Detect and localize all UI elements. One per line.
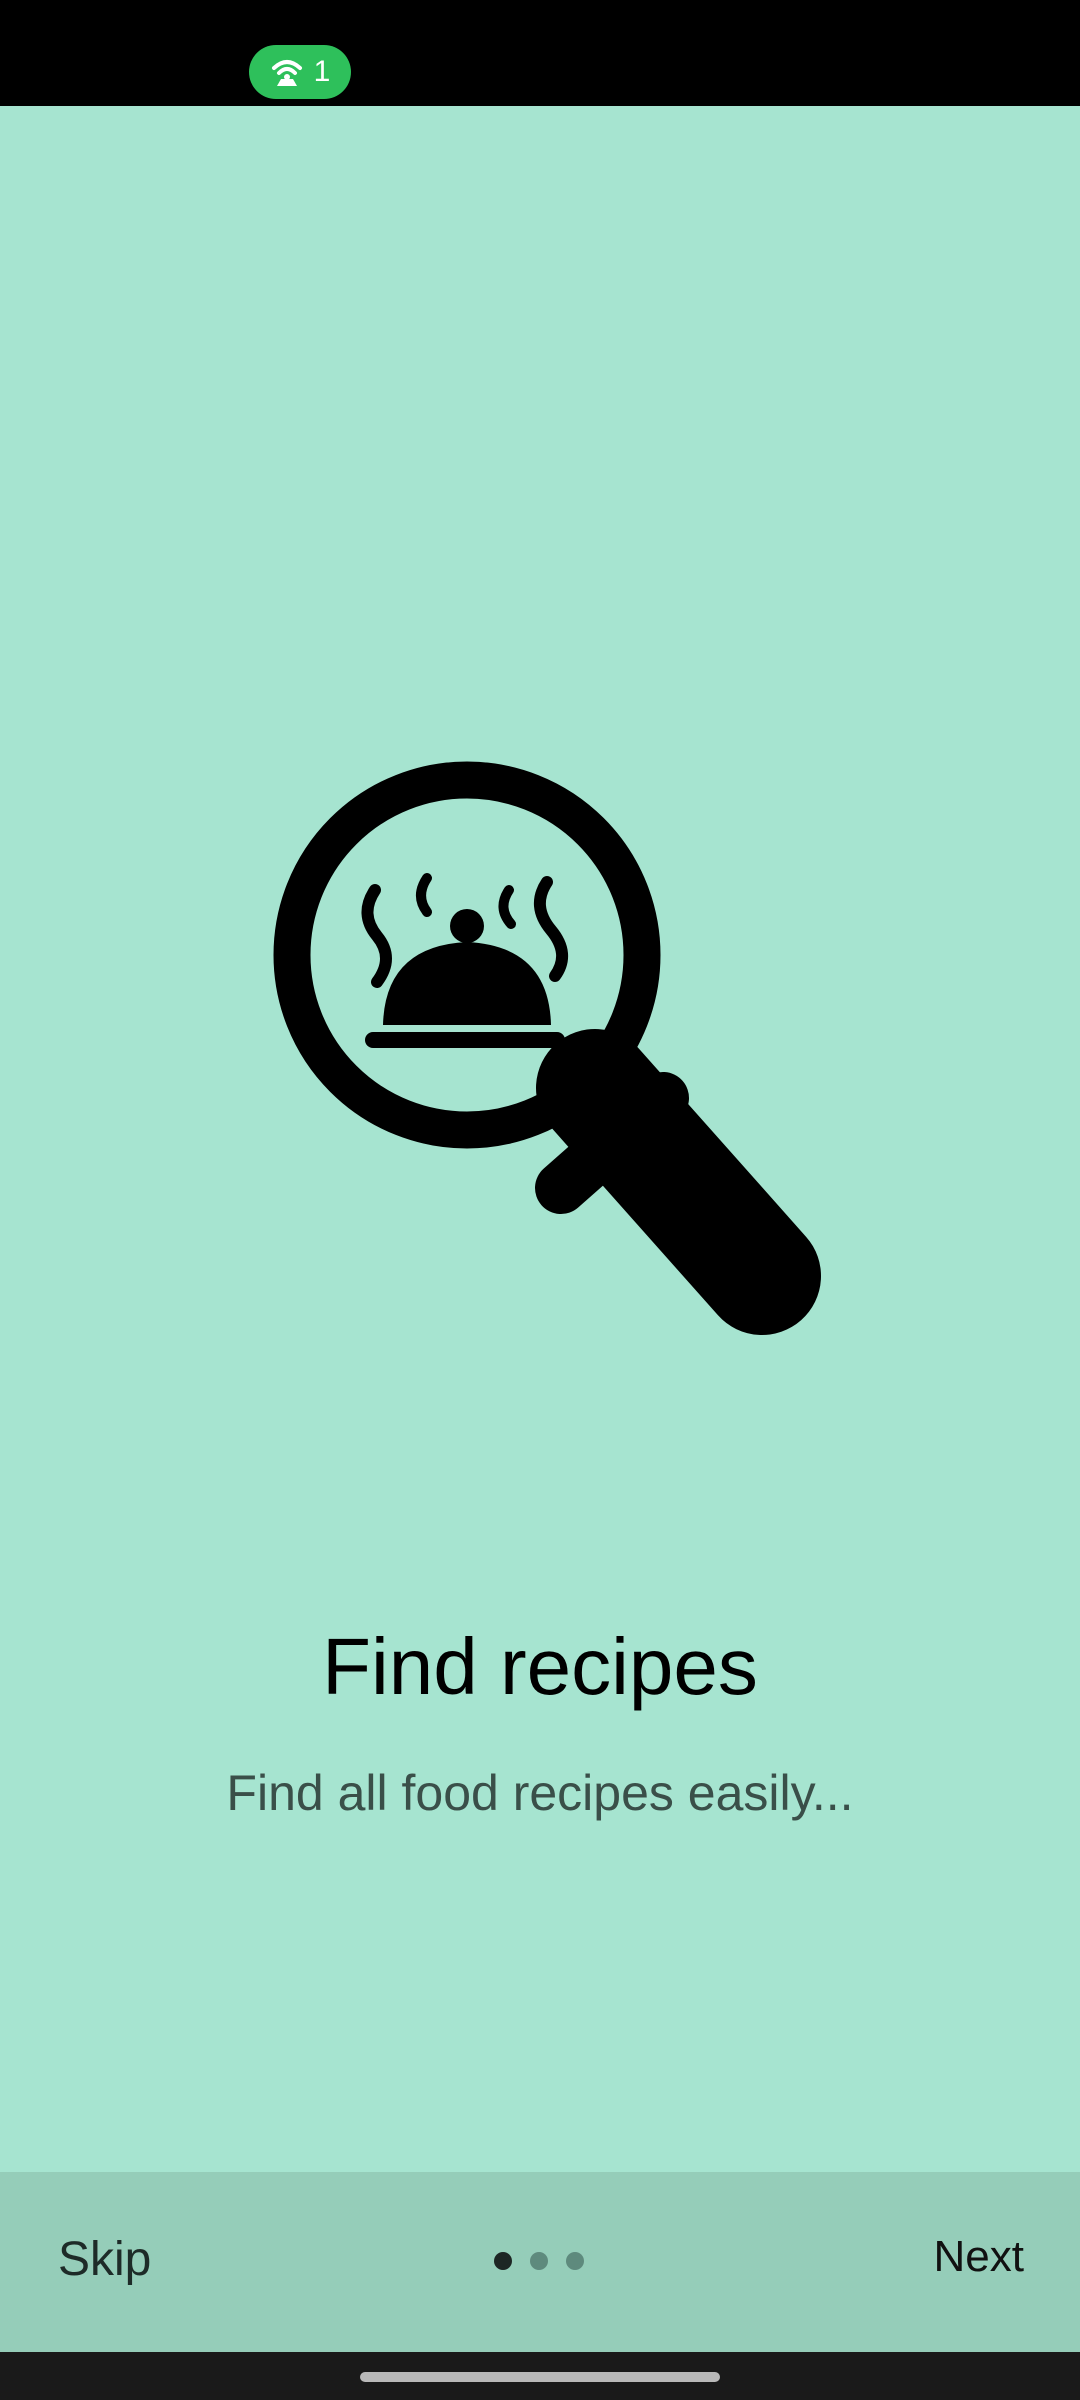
onboarding-footer: Skip Next: [0, 2172, 1080, 2352]
page-dot-1[interactable]: [494, 2252, 512, 2270]
page-dot-3[interactable]: [566, 2252, 584, 2270]
search-recipe-icon: [273, 761, 821, 1335]
onboarding-screen: 1 Find recipes Find all food recipes eas…: [0, 0, 1080, 2400]
system-navigation-bar: [0, 2352, 1080, 2400]
hotspot-icon: [271, 60, 302, 86]
hotspot-indicator[interactable]: 1: [249, 45, 351, 99]
page-dot-2[interactable]: [530, 2252, 548, 2270]
onboarding-page[interactable]: Find recipes Find all food recipes easil…: [0, 106, 1080, 2172]
page-indicator: [494, 2252, 584, 2270]
hotspot-count: 1: [313, 55, 331, 88]
page-title: Find recipes: [322, 1622, 758, 1711]
home-gesture-handle[interactable]: [360, 2372, 720, 2382]
status-bar: 1: [0, 0, 1080, 106]
skip-button[interactable]: Skip: [58, 2232, 151, 2287]
next-button[interactable]: Next: [934, 2232, 1024, 2282]
page-subtitle: Find all food recipes easily...: [226, 1765, 854, 1821]
